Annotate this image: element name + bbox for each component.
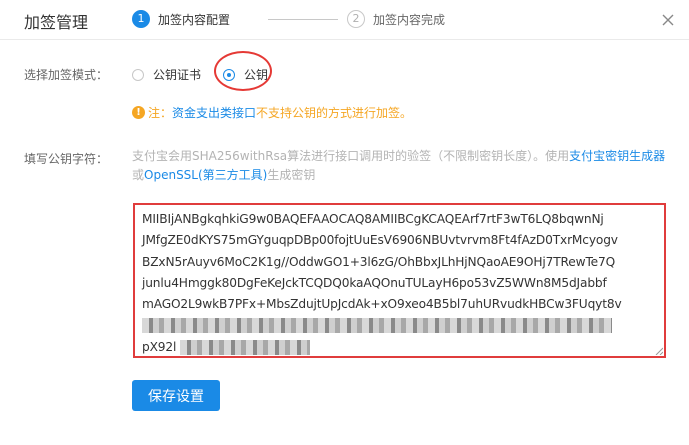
hint-suffix: 生成密钥: [267, 168, 316, 182]
redacted-block: [142, 318, 612, 334]
hint-or: 或: [132, 168, 145, 182]
radio-cert-circle[interactable]: [132, 68, 144, 81]
radio-cert-label: 公钥证书: [153, 68, 202, 82]
step-2-number: 2: [347, 10, 365, 28]
mode-label: 选择加签模式：: [24, 68, 109, 82]
step-2: 2 加签内容完成: [347, 10, 445, 28]
notice-link[interactable]: 资金支出类接口: [172, 104, 256, 121]
key-hint: 支付宝会用SHA256withRsa算法进行接口调用时的验签（不限制密钥长度）。…: [132, 147, 672, 185]
key-line: junlu4Hmggk80DgFeKeJckTCQDQ0kaAQOnuTULay…: [142, 275, 607, 290]
redacted-fragment: pX92l: [142, 339, 177, 354]
annotation-ellipse: [214, 51, 272, 91]
key-field-label: 填写公钥字符：: [24, 152, 109, 166]
hint-prefix: 支付宝会用SHA256withRsa算法进行接口调用时的验签（不限制密钥长度）。…: [132, 149, 570, 163]
key-line-redacted: [142, 315, 658, 336]
step-1-number: 1: [132, 10, 150, 28]
key-line-redacted-tail: pX92l: [142, 337, 658, 356]
close-icon: [662, 14, 674, 26]
step-1-label: 加签内容配置: [158, 12, 231, 27]
notice: ! 注： 资金支出类接口 不支持公钥的方式进行加签。: [132, 104, 412, 121]
openssl-link[interactable]: OpenSSL(第三方工具): [144, 168, 267, 182]
radio-cert-option[interactable]: 公钥证书: [132, 66, 201, 83]
step-connector: [268, 19, 338, 20]
key-line: mAGO2L9wkB7PFx+MbsZdujtUpJcdAk+xO9xeo4B5…: [142, 297, 622, 312]
save-button[interactable]: 保存设置: [132, 380, 220, 411]
resize-grip-icon[interactable]: [655, 347, 663, 355]
step-1: 1 加签内容配置: [132, 10, 230, 28]
notice-warning-text: 不支持公钥的方式进行加签。: [256, 106, 413, 120]
warning-icon: !: [132, 106, 145, 119]
redacted-block: [179, 339, 310, 355]
close-button[interactable]: [656, 8, 680, 32]
dialog-title: 加签管理: [24, 13, 89, 32]
key-line: MIIBIjANBgkqhkiG9w0BAQEFAAOCAQ8AMIIBCgKC…: [142, 212, 604, 226]
dialog-header: 加签管理 1 加签内容配置 2 加签内容完成: [0, 0, 689, 40]
public-key-textarea[interactable]: MIIBIjANBgkqhkiG9w0BAQEFAAOCAQ8AMIIBCgKC…: [133, 203, 666, 358]
notice-label: 注：: [148, 106, 173, 120]
key-line: JMfgZE0dKYS75mGYguqpDBp00fojtUuEsV6906NB…: [142, 233, 618, 248]
key-line: BZxN5rAuyv6MoC2K1g//OddwGO1+3l6zG/OhBbxJ…: [142, 254, 616, 269]
key-generator-link[interactable]: 支付宝密钥生成器: [569, 149, 665, 163]
step-2-label: 加签内容完成: [373, 12, 446, 27]
